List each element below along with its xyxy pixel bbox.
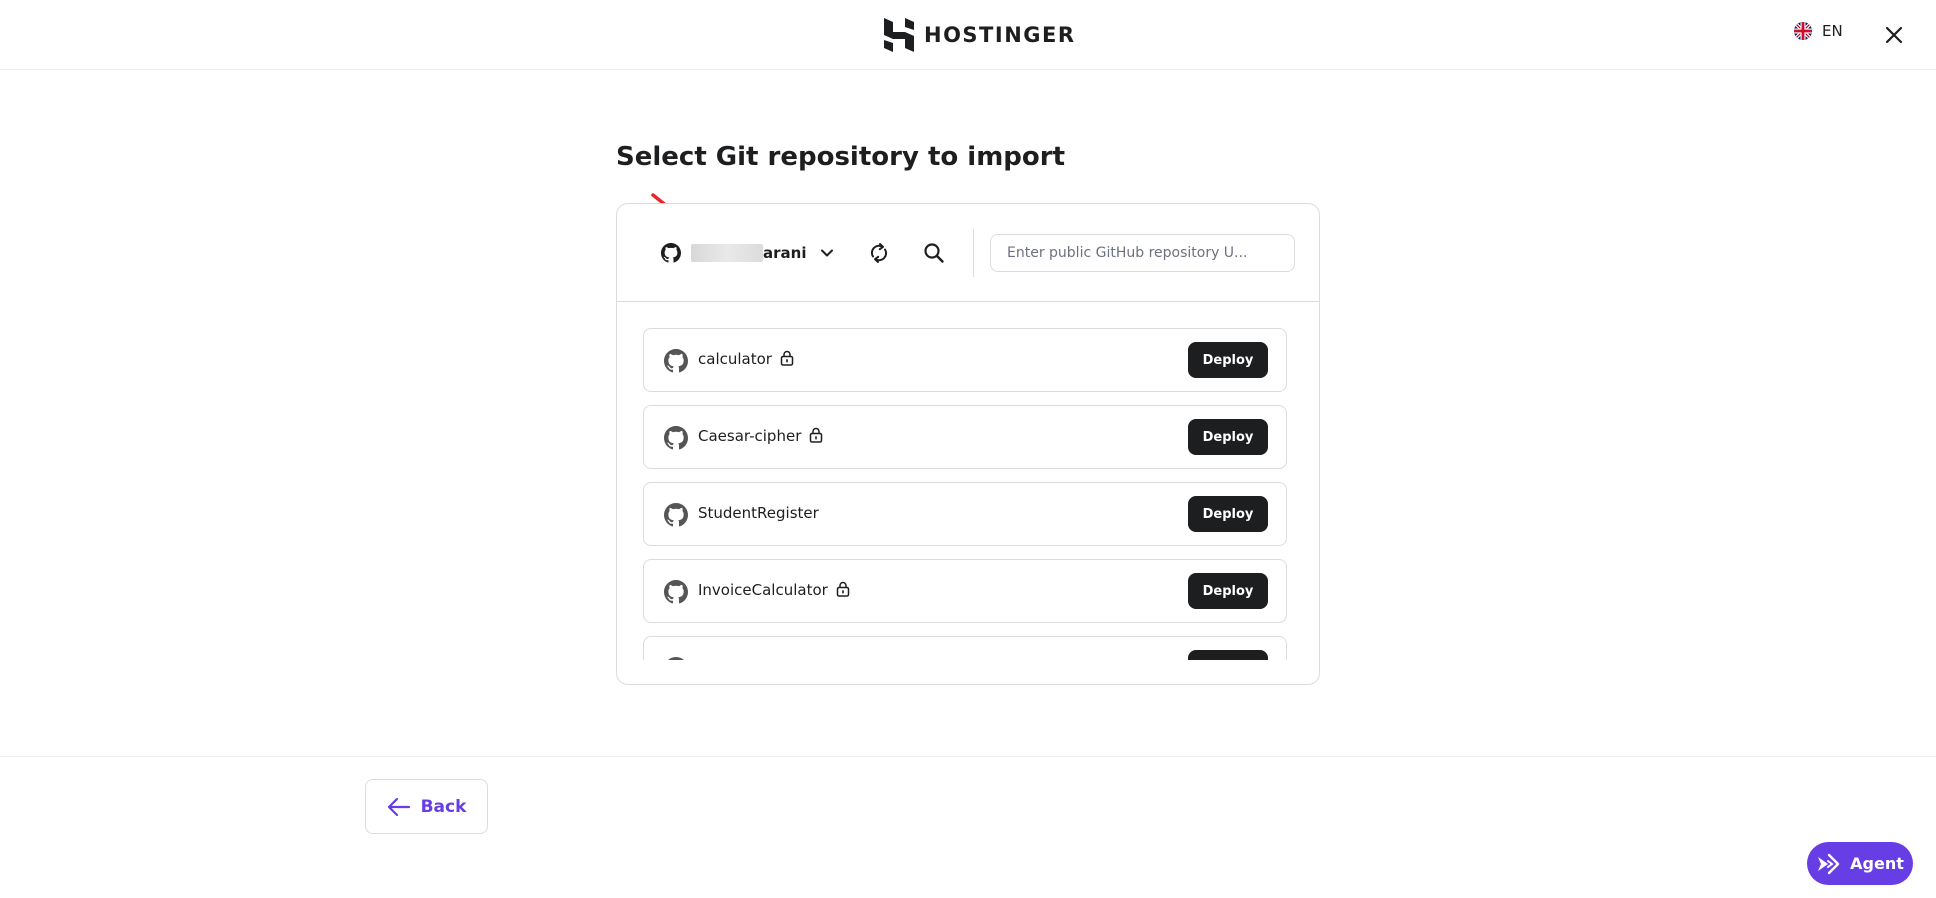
agent-icon — [1818, 853, 1840, 874]
repository-name: InvoiceCalculator — [698, 581, 850, 599]
repository-row: Caesar-cipher Deploy — [643, 405, 1287, 469]
close-icon[interactable] — [1883, 24, 1905, 46]
repository-name: StudentRegister — [698, 504, 819, 522]
hostinger-logo-icon — [884, 18, 914, 52]
deploy-button[interactable]: Deploy — [1188, 573, 1268, 609]
toolbar-divider — [973, 229, 974, 277]
repository-row-partial — [643, 636, 1287, 660]
repository-list[interactable]: calculator Deploy Caesar-cipher Deploy S… — [643, 328, 1287, 660]
repository-row: calculator Deploy — [643, 328, 1287, 392]
redacted-username — [691, 244, 763, 262]
refresh-icon[interactable] — [867, 241, 891, 265]
uk-flag-icon — [1794, 22, 1812, 40]
deploy-button[interactable] — [1188, 650, 1268, 660]
hostinger-logo[interactable]: HOSTINGER — [884, 18, 1076, 52]
back-label: Back — [420, 796, 467, 817]
agent-label: Agent — [1850, 854, 1904, 873]
language-selector[interactable]: EN — [1794, 22, 1843, 40]
lock-icon — [810, 427, 823, 443]
repository-card: arani calculator Deploy Caesar-cipher D — [616, 203, 1320, 685]
github-icon — [668, 657, 684, 660]
top-bar: HOSTINGER EN — [0, 0, 1936, 70]
deploy-button[interactable]: Deploy — [1188, 419, 1268, 455]
repository-toolbar: arani — [617, 204, 1319, 302]
account-name: arani — [763, 244, 807, 262]
search-icon[interactable] — [922, 241, 946, 265]
brand-name: HOSTINGER — [924, 23, 1076, 47]
deploy-button[interactable]: Deploy — [1188, 342, 1268, 378]
github-icon — [664, 349, 688, 373]
github-icon — [664, 503, 688, 527]
page-title: Select Git repository to import — [616, 142, 1066, 172]
language-label: EN — [1822, 22, 1843, 40]
lock-icon — [836, 581, 850, 597]
repository-row: StudentRegister Deploy — [643, 482, 1287, 546]
repository-url-input[interactable] — [990, 234, 1295, 272]
repository-row: InvoiceCalculator Deploy — [643, 559, 1287, 623]
agent-button[interactable]: Agent — [1807, 842, 1913, 885]
repository-name: calculator — [698, 350, 794, 368]
back-button[interactable]: Back — [365, 779, 488, 834]
repository-name: Caesar-cipher — [698, 427, 823, 445]
deploy-button[interactable]: Deploy — [1188, 496, 1268, 532]
github-icon — [664, 580, 688, 604]
github-icon — [664, 426, 688, 450]
github-icon — [661, 243, 681, 263]
chevron-down-icon — [821, 249, 834, 257]
lock-icon — [780, 350, 794, 366]
arrow-left-icon — [387, 797, 410, 816]
github-account-selector[interactable]: arani — [661, 240, 834, 266]
footer-bar: Back — [0, 756, 1936, 898]
